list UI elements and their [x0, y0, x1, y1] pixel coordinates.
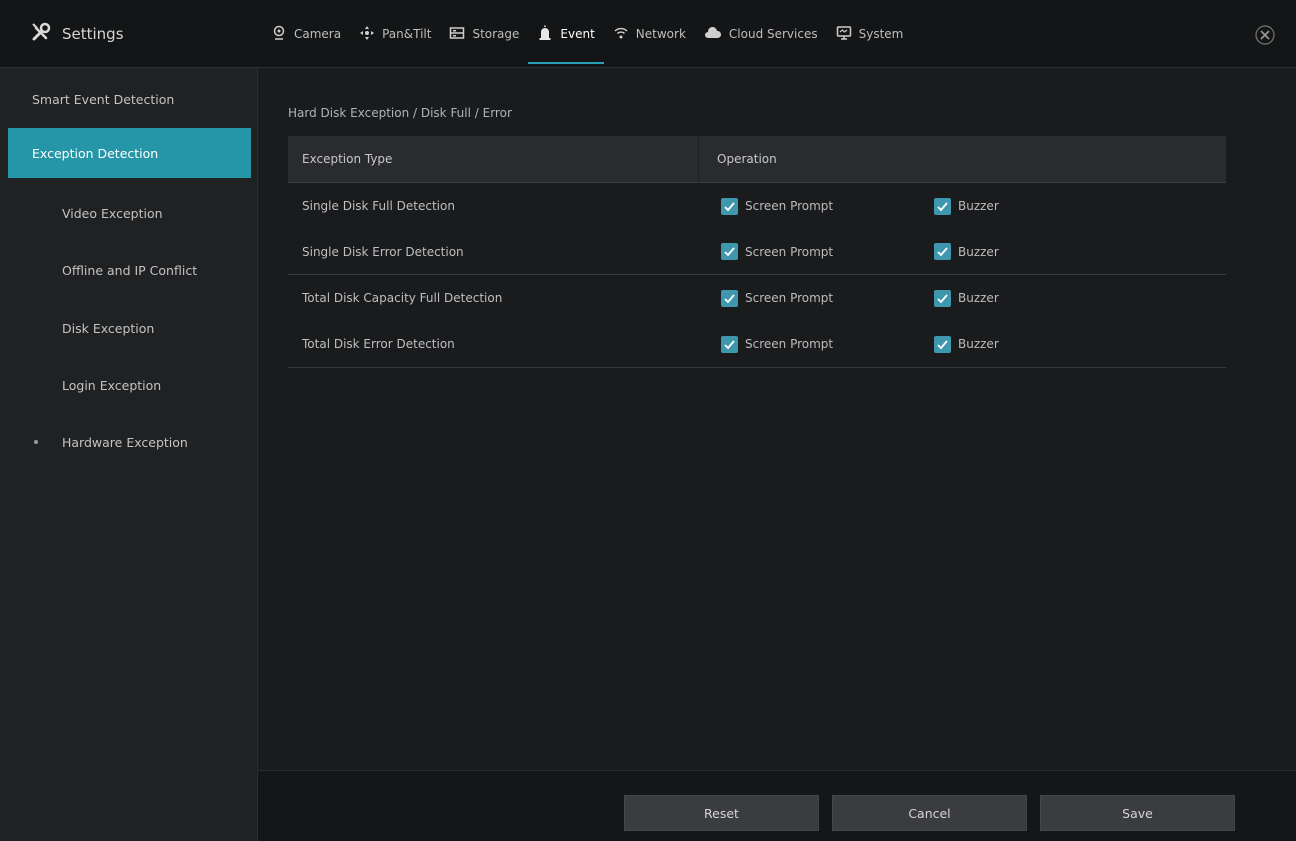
tab-system-label: System	[858, 27, 904, 41]
tab-cloud-services-label: Cloud Services	[728, 27, 818, 41]
buzzer-checkbox[interactable]: Buzzer	[934, 197, 999, 215]
checkmark-icon	[721, 335, 738, 353]
checkbox-label: Screen Prompt	[745, 291, 834, 305]
sidebar-item-offline-ip-conflict[interactable]: Offline and IP Conflict	[8, 245, 251, 295]
sidebar-item-video-exception[interactable]: Video Exception	[8, 188, 251, 238]
buzzer-checkbox[interactable]: Buzzer	[934, 243, 999, 260]
exception-type-cell: Total Disk Capacity Full Detection	[302, 291, 503, 305]
operation-cell: Screen Prompt Buzzer	[699, 275, 1226, 321]
operation-cell: Screen Prompt Buzzer	[699, 183, 1226, 229]
checkmark-icon	[934, 335, 951, 353]
table-header: Exception Type Operation	[288, 136, 1226, 183]
checkbox-label: Buzzer	[958, 337, 999, 351]
sidebar-item-login-exception[interactable]: Login Exception	[8, 360, 251, 410]
storage-icon	[449, 25, 465, 44]
top-navigation-bar: Settings Camera Pan&Tilt Storage Event N…	[0, 0, 1296, 68]
checkmark-icon	[721, 197, 738, 215]
checkmark-icon	[934, 243, 951, 260]
tab-network-label: Network	[635, 27, 686, 41]
checkbox-label: Screen Prompt	[745, 199, 834, 213]
camera-icon	[271, 25, 287, 44]
table-row: Total Disk Capacity Full Detection Scree…	[288, 275, 1226, 321]
tab-system[interactable]: System	[827, 0, 913, 68]
tab-camera-label: Camera	[294, 27, 342, 41]
save-button[interactable]: Save	[1040, 795, 1235, 831]
monitor-icon	[836, 25, 852, 44]
alarm-icon	[537, 25, 553, 44]
bullet-dot	[34, 440, 38, 444]
checkmark-icon	[721, 289, 738, 307]
table-row: Single Disk Error Detection Screen Promp…	[288, 229, 1226, 275]
main-content: Hard Disk Exception / Disk Full / Error …	[258, 68, 1296, 841]
exception-type-cell: Single Disk Error Detection	[302, 244, 464, 259]
tab-pan-tilt-label: Pan&Tilt	[382, 27, 432, 41]
table-row: Single Disk Full Detection Screen Prompt…	[288, 183, 1226, 229]
column-header-exception-type: Exception Type	[288, 136, 699, 182]
exception-type-cell: Single Disk Full Detection	[302, 199, 455, 213]
sidebar-item-smart-event-detection[interactable]: Smart Event Detection	[8, 74, 251, 124]
screen-prompt-checkbox[interactable]: Screen Prompt	[721, 335, 934, 353]
sidebar-item-exception-detection[interactable]: Exception Detection	[8, 128, 251, 178]
tab-event[interactable]: Event	[528, 0, 605, 68]
network-icon	[613, 25, 629, 44]
tab-event-label: Event	[560, 27, 595, 41]
screen-prompt-checkbox[interactable]: Screen Prompt	[721, 289, 934, 307]
app-title-label: Settings	[62, 25, 124, 43]
checkmark-icon	[934, 197, 951, 215]
sidebar-item-label: Exception Detection	[32, 145, 159, 161]
section-title: Hard Disk Exception / Disk Full / Error	[288, 106, 512, 120]
close-button[interactable]	[1252, 24, 1278, 50]
sidebar-item-label: Offline and IP Conflict	[62, 262, 198, 278]
sidebar-item-hardware-exception[interactable]: Hardware Exception	[8, 417, 251, 467]
tab-camera[interactable]: Camera	[262, 0, 350, 68]
checkbox-label: Buzzer	[958, 199, 999, 213]
checkbox-label: Buzzer	[958, 244, 999, 259]
column-header-operation: Operation	[717, 152, 777, 166]
sidebar: Smart Event Detection Exception Detectio…	[0, 68, 258, 841]
sidebar-item-label: Video Exception	[62, 205, 163, 221]
tools-icon	[30, 21, 52, 47]
tab-storage[interactable]: Storage	[440, 0, 528, 68]
buzzer-checkbox[interactable]: Buzzer	[934, 335, 999, 353]
tab-pan-tilt[interactable]: Pan&Tilt	[350, 0, 440, 68]
sidebar-item-disk-exception[interactable]: Disk Exception	[8, 303, 251, 353]
checkmark-icon	[934, 289, 951, 307]
tab-network[interactable]: Network	[604, 0, 695, 68]
sidebar-item-label: Hardware Exception	[62, 434, 188, 450]
table-row: Total Disk Error Detection Screen Prompt…	[288, 321, 1226, 367]
pan-tilt-icon	[359, 25, 375, 44]
cancel-button[interactable]: Cancel	[832, 795, 1027, 831]
checkbox-label: Screen Prompt	[745, 337, 834, 351]
cloud-icon	[704, 25, 722, 44]
tab-cloud-services[interactable]: Cloud Services	[695, 0, 827, 68]
tab-storage-label: Storage	[472, 27, 520, 41]
settings-window: Settings Camera Pan&Tilt Storage Event N…	[0, 0, 1296, 841]
screen-prompt-checkbox[interactable]: Screen Prompt	[721, 243, 934, 260]
buzzer-checkbox[interactable]: Buzzer	[934, 289, 999, 307]
checkbox-label: Buzzer	[958, 291, 999, 305]
sidebar-item-label: Login Exception	[62, 377, 162, 393]
close-icon	[1255, 25, 1275, 49]
checkbox-label: Screen Prompt	[745, 244, 834, 259]
screen-prompt-checkbox[interactable]: Screen Prompt	[721, 197, 934, 215]
checkmark-icon	[721, 243, 738, 260]
operation-cell: Screen Prompt Buzzer	[699, 321, 1226, 367]
sidebar-item-label: Disk Exception	[62, 320, 155, 336]
exception-type-cell: Total Disk Error Detection	[302, 337, 455, 351]
footer-bar: Reset Cancel Save	[258, 770, 1296, 841]
reset-button[interactable]: Reset	[624, 795, 819, 831]
exception-table: Exception Type Operation Single Disk Ful…	[288, 136, 1226, 368]
app-title: Settings	[30, 20, 124, 48]
main-tabs: Camera Pan&Tilt Storage Event Network Cl…	[262, 0, 912, 68]
sidebar-item-label: Smart Event Detection	[32, 91, 175, 107]
operation-cell: Screen Prompt Buzzer	[699, 229, 1226, 274]
